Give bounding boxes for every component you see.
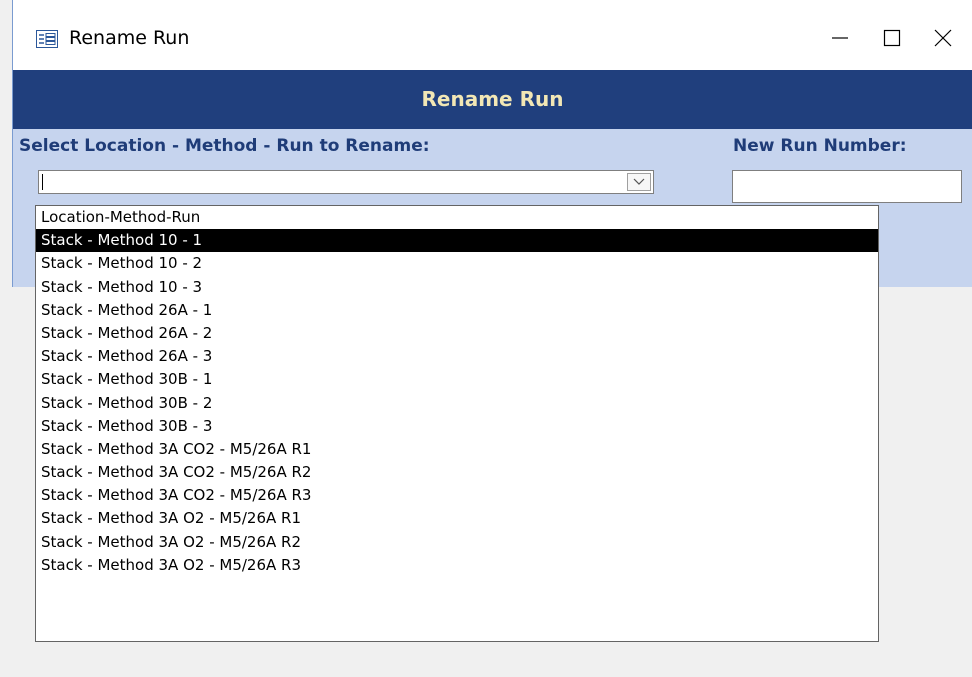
dropdown-item[interactable]: Stack - Method 30B - 1 bbox=[36, 368, 878, 391]
dropdown-item[interactable]: Stack - Method 30B - 3 bbox=[36, 415, 878, 438]
maximize-icon bbox=[883, 29, 901, 47]
dropdown-item[interactable]: Stack - Method 26A - 3 bbox=[36, 345, 878, 368]
dropdown-item[interactable]: Stack - Method 10 - 2 bbox=[36, 252, 878, 275]
maximize-button[interactable] bbox=[872, 20, 912, 56]
form-title: Rename Run bbox=[421, 87, 564, 111]
form-header: Rename Run bbox=[13, 70, 972, 129]
dropdown-item[interactable]: Stack - Method 10 - 3 bbox=[36, 276, 878, 299]
dropdown-item[interactable]: Stack - Method 3A O2 - M5/26A R1 bbox=[36, 507, 878, 530]
dropdown-item[interactable]: Stack - Method 3A CO2 - M5/26A R1 bbox=[36, 438, 878, 461]
dropdown-item[interactable]: Stack - Method 3A O2 - M5/26A R3 bbox=[36, 554, 878, 577]
dropdown-item[interactable]: Stack - Method 30B - 2 bbox=[36, 392, 878, 415]
dropdown-item[interactable]: Location-Method-Run bbox=[36, 206, 878, 229]
close-button[interactable] bbox=[923, 20, 963, 56]
close-icon bbox=[934, 29, 952, 47]
minimize-button[interactable] bbox=[820, 20, 860, 56]
location-method-run-combo[interactable] bbox=[38, 170, 654, 194]
dropdown-item[interactable]: Stack - Method 3A CO2 - M5/26A R3 bbox=[36, 484, 878, 507]
dropdown-item[interactable]: Stack - Method 3A O2 - M5/26A R2 bbox=[36, 531, 878, 554]
title-bar: Rename Run bbox=[13, 0, 972, 70]
chevron-down-icon bbox=[633, 178, 645, 185]
dropdown-item[interactable]: Stack - Method 10 - 1 bbox=[36, 229, 878, 253]
minimize-icon bbox=[832, 37, 848, 39]
dropdown-item[interactable]: Stack - Method 3A CO2 - M5/26A R2 bbox=[36, 461, 878, 484]
combo-dropdown-button[interactable] bbox=[627, 173, 651, 191]
new-run-number-input[interactable] bbox=[732, 170, 962, 203]
new-run-number-label: New Run Number: bbox=[733, 136, 907, 156]
window-title: Rename Run bbox=[69, 27, 190, 49]
form-icon bbox=[36, 30, 58, 48]
text-cursor bbox=[42, 174, 43, 190]
dropdown-item[interactable]: Stack - Method 26A - 1 bbox=[36, 299, 878, 322]
run-dropdown-list: Location-Method-Run Stack - Method 10 - 1… bbox=[35, 205, 879, 642]
select-run-label: Select Location - Method - Run to Rename… bbox=[19, 136, 430, 156]
dropdown-item[interactable]: Stack - Method 26A - 2 bbox=[36, 322, 878, 345]
